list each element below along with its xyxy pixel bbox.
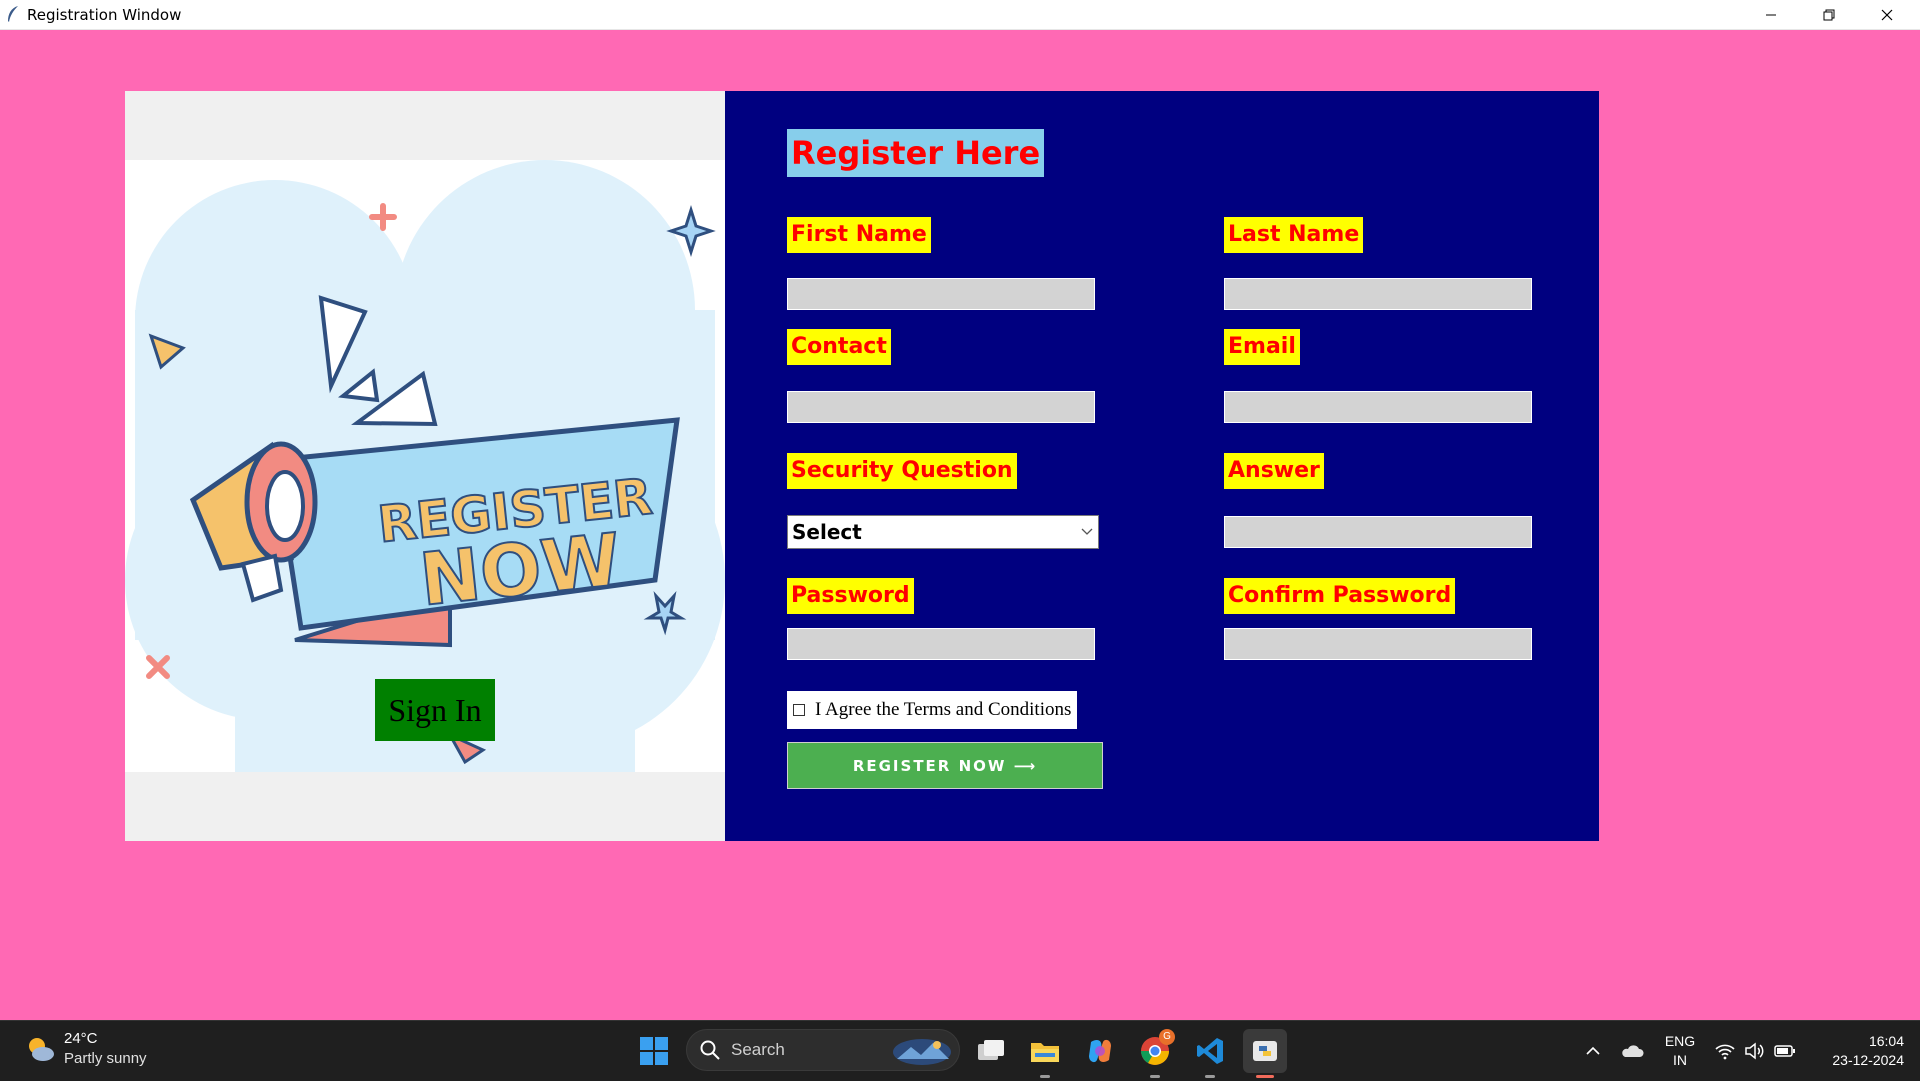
copilot-button[interactable]	[1078, 1029, 1122, 1073]
feather-icon	[6, 5, 22, 23]
task-view-button[interactable]	[969, 1029, 1013, 1073]
weather-widget[interactable]: 24°C Partly sunny	[24, 1029, 147, 1069]
confirm-password-label: Confirm Password	[1224, 578, 1456, 614]
last-name-input[interactable]	[1224, 278, 1532, 310]
file-explorer-button[interactable]	[1023, 1029, 1067, 1073]
window-title: Registration Window	[27, 6, 182, 24]
show-hidden-icons-button[interactable]	[1571, 1029, 1615, 1073]
password-input[interactable]	[787, 628, 1095, 660]
email-label: Email	[1224, 329, 1300, 365]
password-label: Password	[787, 578, 914, 614]
wifi-icon	[1715, 1044, 1735, 1060]
close-icon	[1881, 9, 1893, 20]
registration-frame: REGISTER NOW Sign In Register Here First…	[125, 91, 1599, 841]
task-view-icon	[978, 1040, 1004, 1060]
security-question-select[interactable]: Select	[787, 515, 1099, 549]
clock-date: 23-12-2024	[1832, 1052, 1904, 1068]
language-secondary: IN	[1673, 1052, 1687, 1068]
contact-input[interactable]	[787, 391, 1095, 423]
search-icon	[700, 1040, 720, 1060]
weather-condition: Partly sunny	[64, 1050, 147, 1067]
python-app-active-indicator	[1256, 1075, 1274, 1078]
email-input[interactable]	[1224, 391, 1532, 423]
search-placeholder: Search	[731, 1040, 785, 1059]
volume-icon	[1745, 1042, 1764, 1060]
restore-icon	[1823, 9, 1835, 20]
clock-time: 16:04	[1868, 1033, 1904, 1049]
minimize-button[interactable]	[1742, 0, 1800, 29]
search-highlight-icon	[893, 1039, 951, 1065]
title-bar: Registration Window	[0, 0, 1920, 30]
taskbar: 24°C Partly sunny Search G ENG IN 16:04 …	[0, 1020, 1920, 1081]
folder-icon	[1031, 1043, 1059, 1062]
sign-in-button[interactable]: Sign In	[375, 679, 495, 741]
windows-icon	[640, 1037, 668, 1065]
security-question-value: Select	[792, 520, 862, 544]
form-panel: Register Here First Name Last Name Conta…	[725, 91, 1599, 841]
close-button[interactable]	[1858, 0, 1916, 29]
vscode-icon	[1197, 1038, 1223, 1064]
form-heading: Register Here	[787, 129, 1045, 177]
chevron-down-icon	[1081, 528, 1093, 535]
quick-settings-button[interactable]	[1706, 1029, 1804, 1073]
vscode-running-indicator	[1205, 1075, 1215, 1078]
answer-input[interactable]	[1224, 516, 1532, 548]
first-name-label: First Name	[787, 217, 931, 253]
terms-label: I Agree the Terms and Conditions	[815, 699, 1072, 720]
register-now-button[interactable]: REGISTER NOW ⟶	[787, 742, 1103, 789]
start-button[interactable]	[632, 1029, 676, 1073]
copilot-icon	[1089, 1039, 1111, 1063]
terms-checkbox-row[interactable]: I Agree the Terms and Conditions	[787, 691, 1078, 729]
last-name-label: Last Name	[1224, 217, 1364, 253]
chrome-button[interactable]: G	[1133, 1029, 1177, 1073]
terms-checkbox[interactable]	[793, 704, 805, 716]
clock[interactable]: 16:04 23-12-2024	[1812, 1032, 1904, 1070]
illustration-panel: REGISTER NOW Sign In	[125, 91, 725, 841]
python-app-button[interactable]	[1243, 1029, 1287, 1073]
first-name-input[interactable]	[787, 278, 1095, 310]
weather-temp: 24°C	[64, 1030, 98, 1047]
cloud-icon	[1622, 1045, 1644, 1057]
battery-icon	[1774, 1045, 1795, 1057]
answer-label: Answer	[1224, 453, 1324, 489]
chrome-profile-badge: G	[1159, 1029, 1175, 1045]
minimize-icon	[1766, 14, 1776, 15]
python-feather-icon	[1253, 1041, 1277, 1061]
chrome-running-indicator	[1150, 1075, 1160, 1078]
partly-sunny-icon	[29, 1038, 54, 1061]
onedrive-button[interactable]	[1610, 1029, 1654, 1073]
contact-label: Contact	[787, 329, 891, 365]
language-indicator[interactable]: ENG IN	[1660, 1032, 1700, 1070]
chevron-up-icon	[1586, 1046, 1600, 1055]
language-primary: ENG	[1664, 1033, 1696, 1049]
confirm-password-input[interactable]	[1224, 628, 1532, 660]
vscode-button[interactable]	[1188, 1029, 1232, 1073]
security-question-label: Security Question	[787, 453, 1017, 489]
explorer-running-indicator	[1040, 1075, 1050, 1078]
restore-button[interactable]	[1800, 0, 1858, 29]
taskbar-search[interactable]: Search	[686, 1029, 960, 1071]
